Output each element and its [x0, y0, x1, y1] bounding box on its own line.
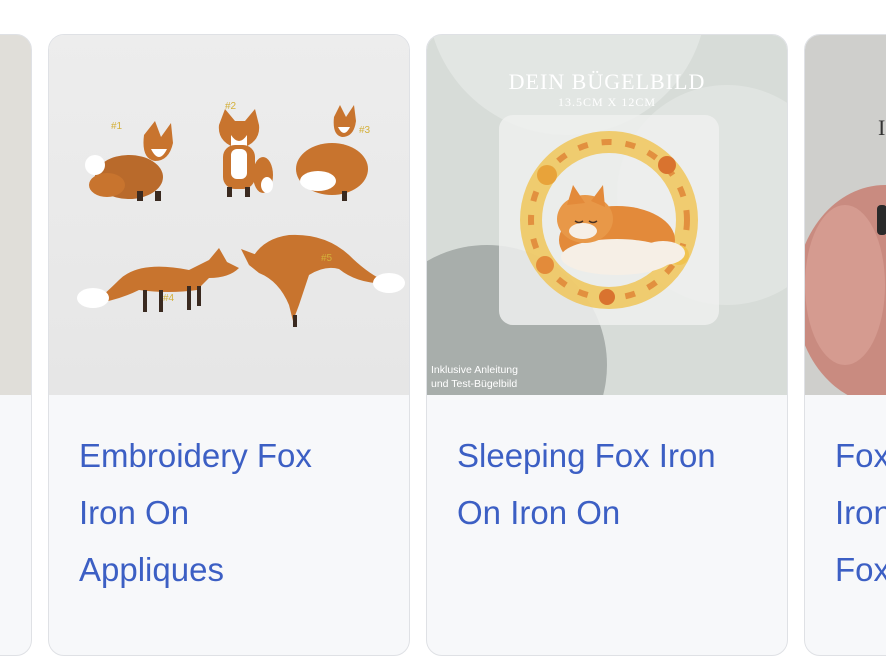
card-title-line: Sleeping Fox Iron	[457, 437, 716, 474]
image-overlay-subtitle: 13.5CM X 12CM	[557, 95, 656, 109]
card-image-hand-patch[interactable]: I	[805, 35, 886, 395]
image-overlay-note-line: Inklusive Anleitung	[431, 364, 518, 376]
card-title-line: Fox	[835, 437, 886, 474]
card-title-line: Embroidery Fox	[79, 437, 312, 474]
result-card-partial-left[interactable]	[0, 34, 32, 656]
card-image-fox-patches[interactable]: #1 #2 #3 #4 #5	[49, 35, 409, 395]
result-card-sleeping-fox[interactable]: DEIN BÜGELBILD 13.5CM X 12CM Inklusive A…	[426, 34, 788, 656]
card-title-line: Iron	[835, 494, 886, 531]
fox-patches-illustration: #1 #2 #3 #4 #5	[49, 35, 409, 395]
card-image[interactable]	[0, 35, 31, 395]
card-title-line: Iron On	[79, 494, 190, 531]
result-card-embroidery-fox[interactable]: #1 #2 #3 #4 #5 Embroidery Fox Iron On Ap…	[48, 34, 410, 656]
image-letter: I	[878, 115, 886, 140]
patch-label-5: #5	[321, 253, 333, 264]
card-title-line: Fox	[835, 551, 886, 588]
image-overlay-note-line: und Test-Bügelbild	[431, 378, 518, 390]
card-title-link[interactable]: Fox Iron Fox	[835, 427, 886, 598]
patch-label-3: #3	[359, 125, 371, 136]
patch-label-1: #1	[111, 121, 123, 132]
results-carousel: #1 #2 #3 #4 #5 Embroidery Fox Iron On Ap…	[0, 0, 886, 656]
card-title-line: On Iron On	[457, 494, 621, 531]
patch-label-4: #4	[163, 293, 175, 304]
image-overlay-note: Inklusive Anleitung und Test-Bügelbild	[431, 363, 518, 391]
image-overlay-title: DEIN BÜGELBILD	[508, 69, 706, 94]
card-image-sleeping-fox[interactable]: DEIN BÜGELBILD 13.5CM X 12CM Inklusive A…	[427, 35, 787, 395]
card-title-link[interactable]: Sleeping Fox Iron On Iron On	[457, 427, 775, 541]
card-title-link[interactable]: Embroidery Fox Iron On Appliques	[79, 427, 397, 598]
card-title-line: Appliques	[79, 551, 224, 588]
result-card-partial-right[interactable]: I Fox Iron Fox	[804, 34, 886, 656]
hand-holding-patch-photo	[805, 35, 886, 395]
patch-label-2: #2	[225, 101, 237, 112]
